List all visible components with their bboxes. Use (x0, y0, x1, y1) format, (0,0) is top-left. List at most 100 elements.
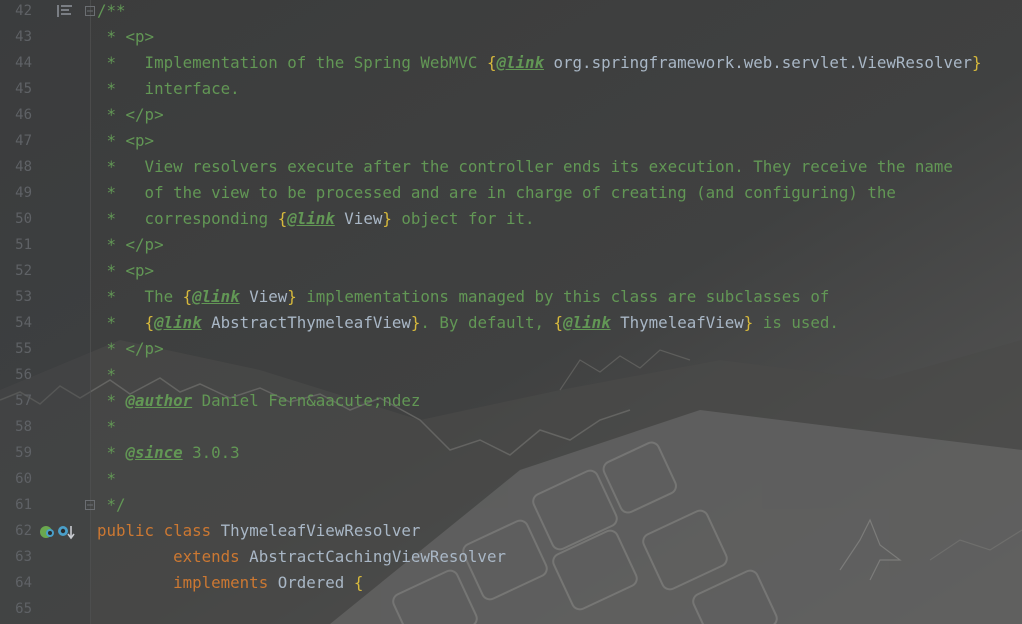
code-text[interactable]: * (97, 362, 117, 388)
code-text[interactable]: * {@link AbstractThymeleafView}. By defa… (97, 310, 839, 336)
token-comment: Daniel Fern&aacute;ndez (192, 391, 421, 410)
code-text[interactable]: * <p> (97, 128, 155, 154)
code-text[interactable]: /** (97, 0, 126, 24)
code-line[interactable]: 62 public class ThymeleafViewResolver (0, 518, 1022, 544)
token-cls: AbstractCachingViewResolver (239, 547, 506, 566)
code-line[interactable]: 61 */ (0, 492, 1022, 518)
code-text[interactable]: * <p> (97, 258, 155, 284)
line-number: 59 (15, 445, 32, 461)
code-text[interactable]: public class ThymeleafViewResolver (97, 518, 420, 544)
line-number: 58 (15, 419, 32, 435)
code-text[interactable]: * </p> (97, 232, 164, 258)
code-line[interactable]: 47 * <p> (0, 128, 1022, 154)
token-brace: { (277, 209, 288, 228)
token-tag: @link (287, 209, 335, 228)
code-line[interactable]: 52 * <p> (0, 258, 1022, 284)
token-comment: /** (97, 1, 126, 20)
token-comment: * (97, 313, 145, 332)
token-comment: * (97, 443, 126, 462)
line-number: 60 (15, 471, 32, 487)
line-number: 48 (15, 159, 32, 175)
token-comment: object for it. (391, 209, 535, 228)
code-text[interactable]: * </p> (97, 336, 164, 362)
code-line[interactable]: 42 /** (0, 0, 1022, 24)
code-text[interactable]: * interface. (97, 76, 240, 102)
code-line[interactable]: 54 * {@link AbstractThymeleafView}. By d… (0, 310, 1022, 336)
code-editor[interactable]: 42/** 43 * <p> 44 * Implementation of the … (0, 0, 1022, 624)
code-text[interactable]: * </p> (97, 102, 164, 128)
code-line[interactable]: 55 * </p> (0, 336, 1022, 362)
token-brace: } (382, 209, 392, 228)
code-text[interactable]: * @since 3.0.3 (97, 440, 240, 466)
code-line[interactable]: 65 (0, 596, 1022, 622)
code-line[interactable]: 44 * Implementation of the Spring WebMVC… (0, 50, 1022, 76)
code-line[interactable]: 43 * <p> (0, 24, 1022, 50)
code-text[interactable]: * of the view to be processed and are in… (97, 180, 896, 206)
line-number: 55 (15, 341, 32, 357)
token-brace: } (743, 313, 754, 332)
token-cls (154, 521, 164, 540)
token-ref: org.springframework.web.servlet.ViewReso… (544, 53, 972, 72)
code-line[interactable]: 53 * The {@link View} implementations ma… (0, 284, 1022, 310)
line-number: 61 (15, 497, 32, 513)
code-text[interactable]: * The {@link View} implementations manag… (97, 284, 830, 310)
token-brace: { (182, 287, 193, 306)
code-line[interactable]: 64 implements Ordered { (0, 570, 1022, 596)
code-text[interactable]: * (97, 414, 117, 440)
code-line[interactable]: 49 * of the view to be processed and are… (0, 180, 1022, 206)
token-ref: View (334, 209, 383, 228)
token-comment: * </p> (97, 235, 164, 254)
line-number: 64 (15, 575, 32, 591)
line-number: 46 (15, 107, 32, 123)
line-number: 44 (15, 55, 32, 71)
line-number: 54 (15, 315, 32, 331)
token-comment: . By default, (420, 313, 554, 332)
code-line[interactable]: 46 * </p> (0, 102, 1022, 128)
token-cls: Ordered (268, 573, 354, 592)
token-comment: * of the view to be processed and are in… (97, 183, 896, 202)
token-brace: } (972, 53, 982, 72)
line-number: 45 (15, 81, 32, 97)
token-ref: ThymeleafView (610, 313, 744, 332)
token-cls (97, 547, 173, 566)
token-cls (97, 573, 173, 592)
code-text[interactable]: extends AbstractCachingViewResolver (97, 544, 506, 570)
token-tag: @link (496, 53, 545, 72)
token-comment: * <p> (97, 261, 155, 280)
token-cls: ThymeleafViewResolver (211, 521, 421, 540)
code-line[interactable]: 45 * interface. (0, 76, 1022, 102)
line-number: 51 (15, 237, 32, 253)
token-comment: * Implementation of the Spring WebMVC (97, 53, 487, 72)
code-line[interactable]: 63 extends AbstractCachingViewResolver (0, 544, 1022, 570)
code-text[interactable]: * <p> (97, 24, 155, 50)
line-number: 63 (15, 549, 32, 565)
code-line[interactable]: 48 * View resolvers execute after the co… (0, 154, 1022, 180)
line-number: 53 (15, 289, 32, 305)
token-ref: View (239, 287, 288, 306)
code-text[interactable]: implements Ordered { (97, 570, 363, 596)
code-text[interactable]: * @author Daniel Fern&aacute;ndez (97, 388, 421, 414)
code-text[interactable]: * View resolvers execute after the contr… (97, 154, 953, 180)
code-text[interactable]: */ (97, 492, 126, 518)
code-text[interactable]: * Implementation of the Spring WebMVC {@… (97, 50, 982, 76)
code-line[interactable]: 56 * (0, 362, 1022, 388)
code-text[interactable]: * (97, 466, 117, 492)
code-line[interactable]: 51 * </p> (0, 232, 1022, 258)
token-tag: @link (154, 313, 202, 332)
token-comment: * </p> (97, 339, 164, 358)
code-line[interactable]: 58 * (0, 414, 1022, 440)
token-tag: @link (192, 287, 240, 306)
code-line[interactable]: 60 * (0, 466, 1022, 492)
line-number: 47 (15, 133, 32, 149)
line-number: 62 (15, 523, 32, 539)
token-tag: @since (125, 443, 183, 462)
code-line[interactable]: 57 * @author Daniel Fern&aacute;ndez (0, 388, 1022, 414)
code-line[interactable]: 50 * corresponding {@link View} object f… (0, 206, 1022, 232)
line-number: 50 (15, 211, 32, 227)
token-comment: * (97, 417, 117, 436)
code-line[interactable]: 59 * @since 3.0.3 (0, 440, 1022, 466)
token-comment: * </p> (97, 105, 164, 124)
token-brace: { (144, 313, 155, 332)
code-text[interactable]: * corresponding {@link View} object for … (97, 206, 535, 232)
token-kw: implements (173, 573, 269, 592)
